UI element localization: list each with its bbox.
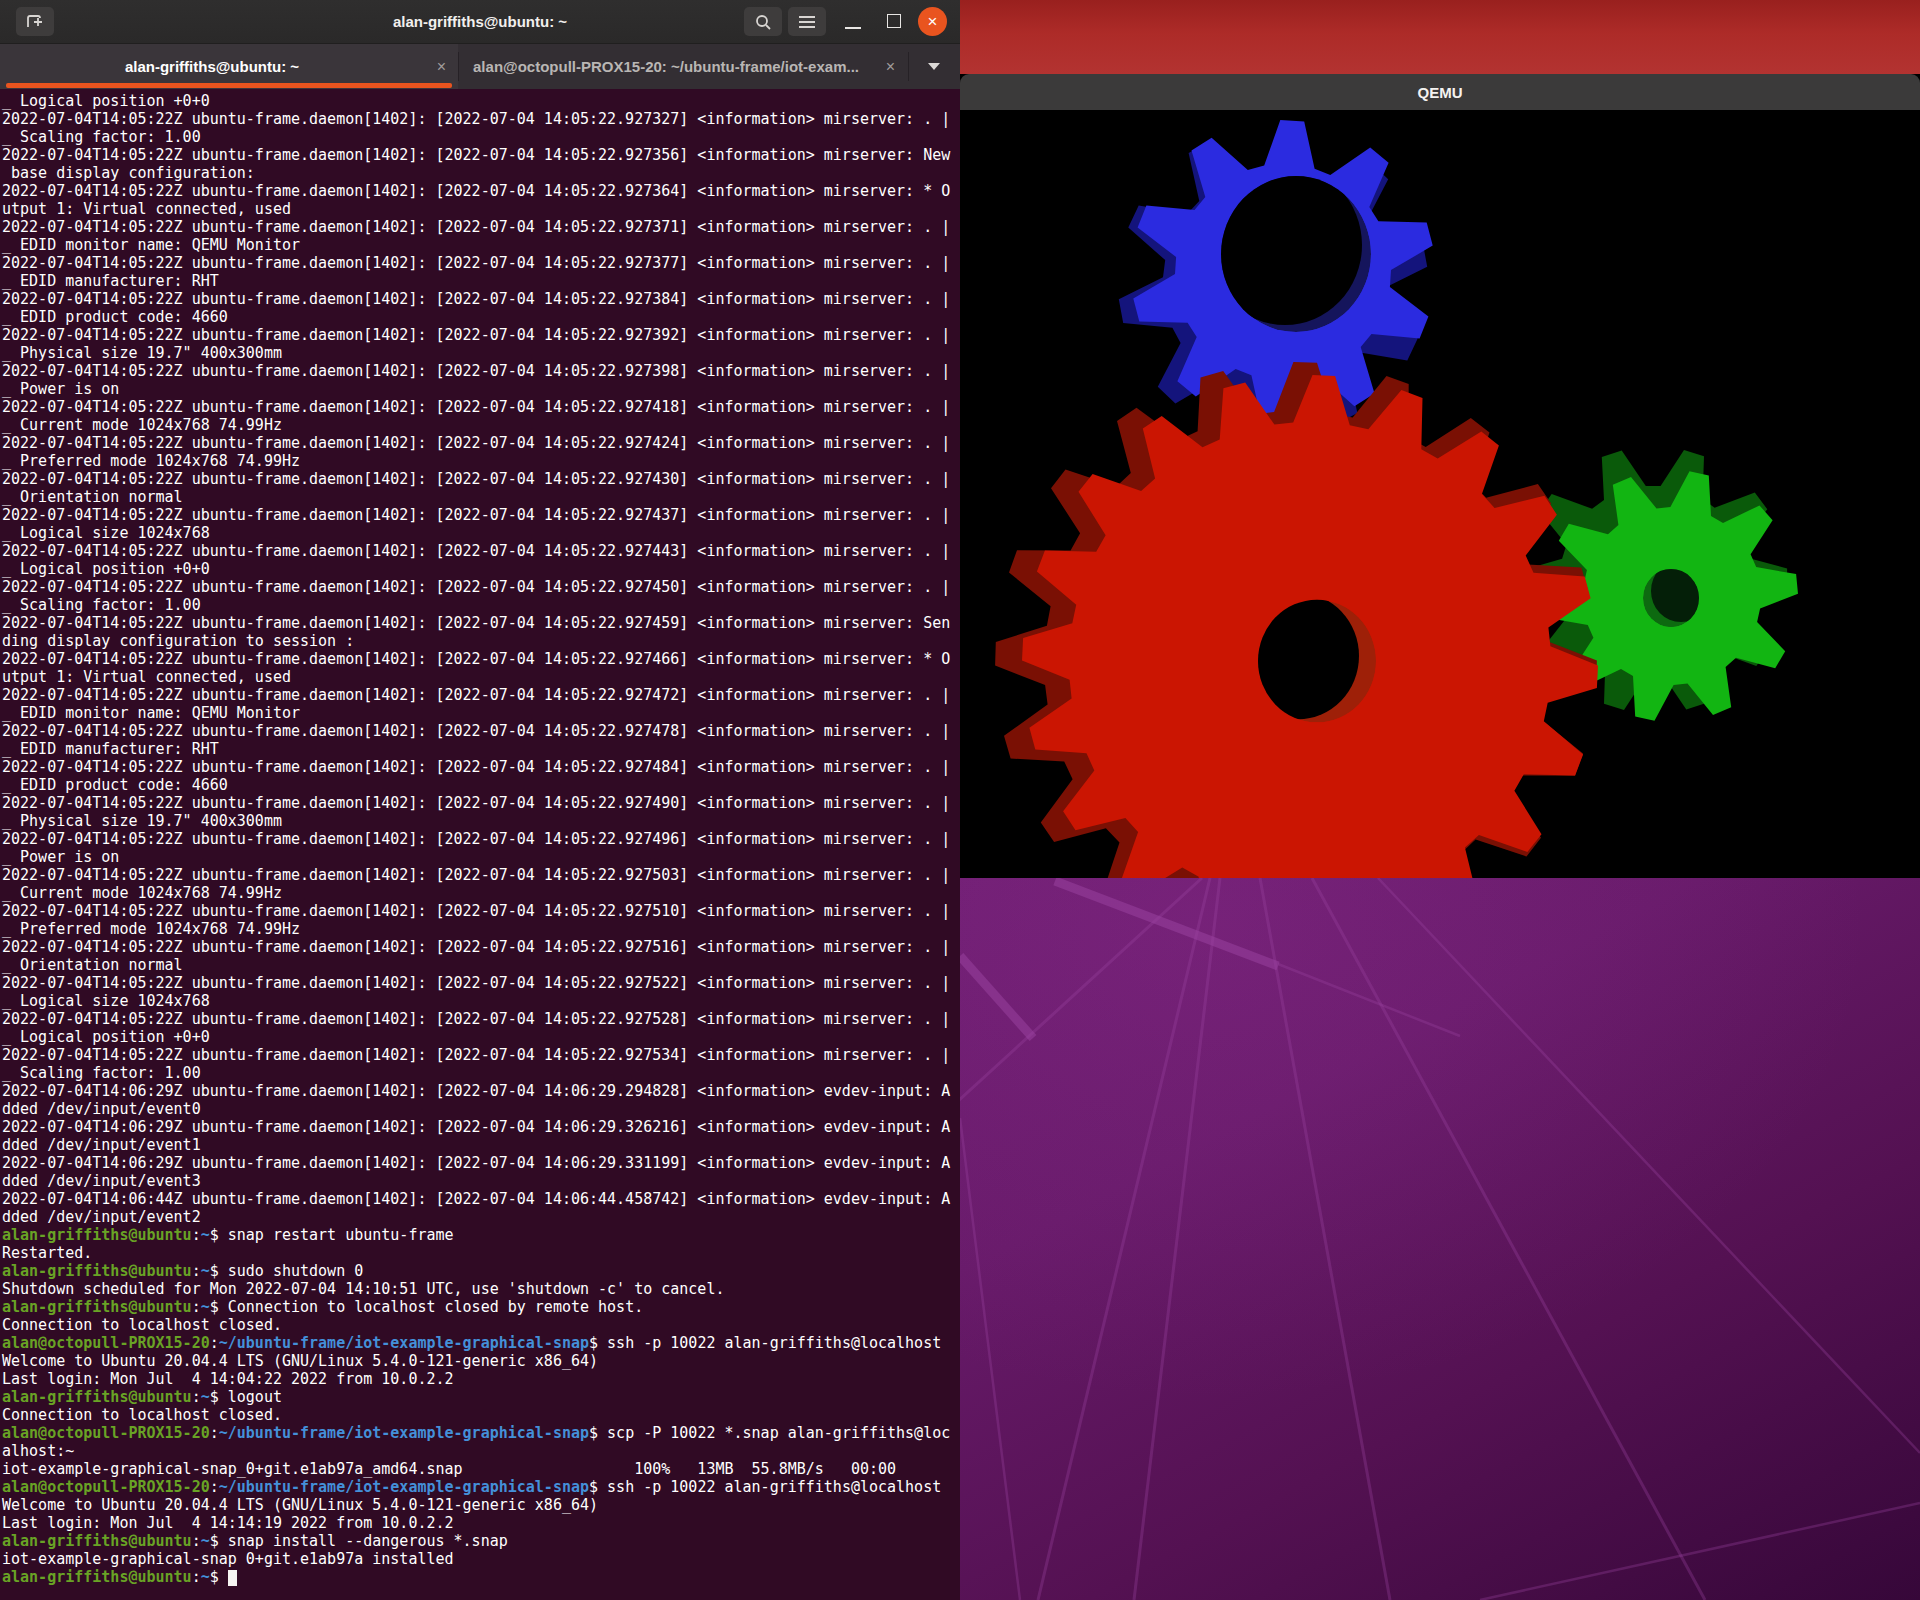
wallpaper-bottom [960,878,1920,1600]
menu-button[interactable] [788,7,826,36]
search-icon [744,7,782,36]
close-icon: × [928,13,938,30]
close-button[interactable]: × [918,7,947,36]
terminal-window: alan-griffiths@ubuntu: ~ [0,0,960,1600]
maximize-button[interactable] [887,14,901,28]
terminal-screen[interactable]: _ Logical position +0+02022-07-04T14:05:… [0,89,960,1600]
terminal-titlebar: alan-griffiths@ubuntu: ~ [0,0,960,44]
active-tab-indicator [6,83,452,88]
tab-bar: alan-griffiths@ubuntu: ~ × alan@octopull… [0,44,960,89]
qemu-display[interactable] [960,110,1920,878]
tab-close-icon[interactable]: × [886,44,895,89]
qemu-window: QEMU [960,74,1920,878]
terminal-output: _ Logical position +0+02022-07-04T14:05:… [2,92,950,1586]
tab-list-button[interactable] [908,44,960,89]
gears-canvas [960,110,1920,878]
minimize-button[interactable] [845,27,861,29]
tab-remote[interactable]: alan@octopull-PROX15-20: ~/ubuntu-frame/… [459,44,907,89]
red-gear [995,362,1598,878]
qemu-titlebar[interactable]: QEMU [960,74,1920,111]
desktop-right: QEMU [960,0,1920,1600]
screen: alan-griffiths@ubuntu: ~ [0,0,1920,1600]
tab-local[interactable]: alan-griffiths@ubuntu: ~ × [0,44,458,89]
hamburger-icon [788,7,826,36]
wallpaper-top [960,0,1920,74]
wallpaper-lines [960,878,1920,1600]
search-button[interactable] [744,7,782,36]
chevron-down-icon [928,63,940,70]
qemu-title: QEMU [1418,84,1463,101]
